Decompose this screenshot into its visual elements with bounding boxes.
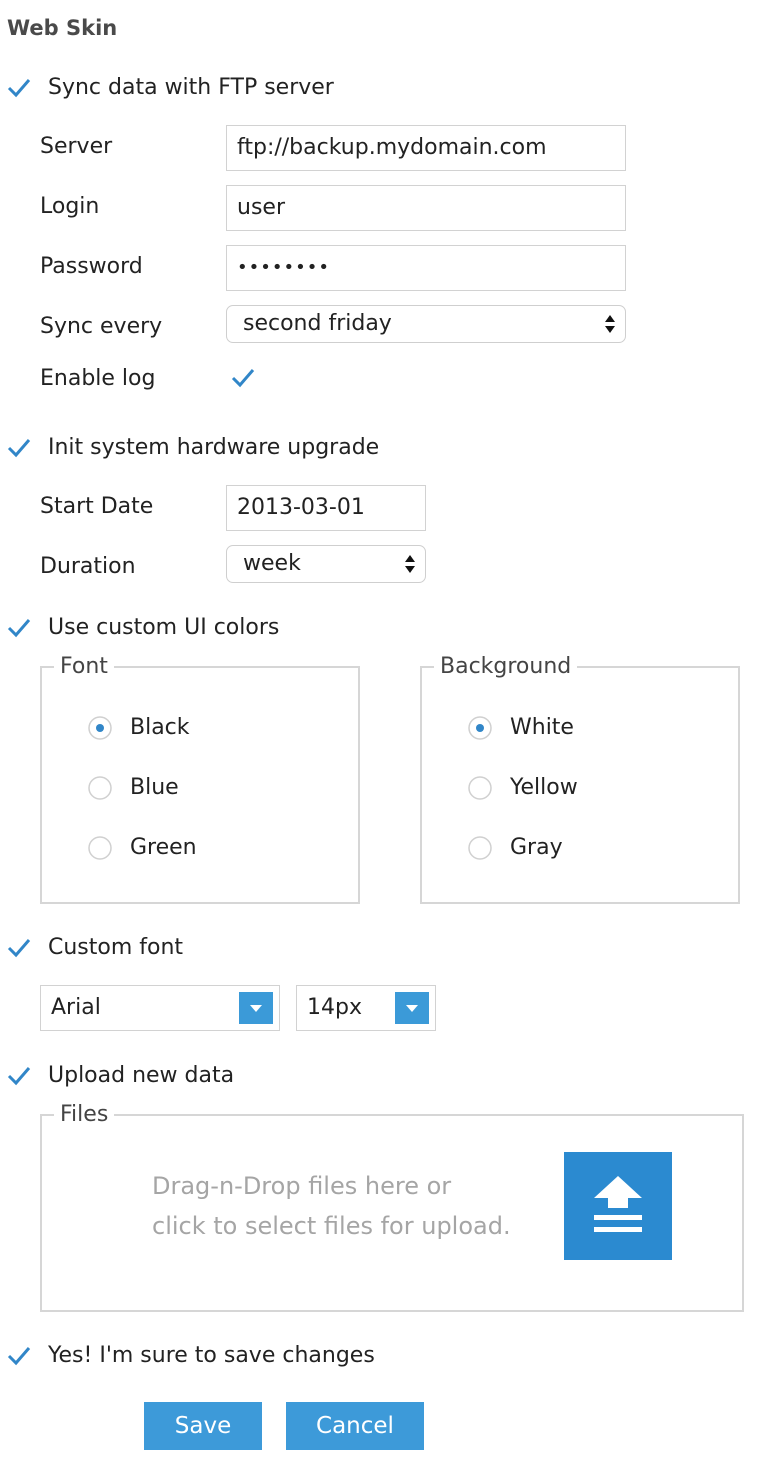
files-legend: Files (54, 1102, 115, 1128)
font-option-label: Blue (130, 775, 179, 800)
hardware-upgrade-checkbox[interactable] (6, 435, 32, 461)
server-input[interactable]: ftp://backup.mydomain.com (226, 125, 626, 171)
confirm-save-label: Yes! I'm sure to save changes (48, 1343, 375, 1368)
background-option-label: Gray (510, 835, 563, 860)
font-legend: Font (54, 654, 114, 680)
sync-every-value: second friday (243, 311, 392, 336)
select-arrows-icon (405, 554, 415, 574)
radio-checked-icon (468, 716, 492, 740)
duration-label: Duration (40, 554, 136, 579)
checkmark-icon (7, 1347, 31, 1366)
checkmark-icon (7, 439, 31, 458)
duration-select[interactable]: week (226, 545, 426, 583)
enable-log-label: Enable log (40, 366, 156, 391)
radio-unchecked-icon (468, 776, 492, 800)
sync-every-label: Sync every (40, 314, 163, 339)
caret-down-icon (406, 1005, 418, 1012)
page-title: Web Skin (7, 16, 118, 40)
font-option-label: Black (130, 715, 190, 740)
server-label: Server (40, 134, 113, 159)
dropzone-hint-line1: Drag-n-Drop files here or (152, 1172, 452, 1200)
duration-value: week (243, 551, 301, 576)
checkmark-icon (231, 369, 255, 388)
start-date-input[interactable]: 2013-03-01 (226, 485, 426, 531)
upload-button[interactable] (564, 1152, 672, 1260)
background-option-label: White (510, 715, 574, 740)
font-blue-radio[interactable] (88, 776, 112, 800)
save-button[interactable]: Save (144, 1402, 262, 1450)
cancel-button[interactable]: Cancel (286, 1402, 424, 1450)
sync-every-select[interactable]: second friday (226, 305, 626, 343)
font-size-dropdown-button[interactable] (395, 992, 429, 1024)
start-date-label: Start Date (40, 494, 154, 519)
radio-unchecked-icon (88, 776, 112, 800)
checkmark-icon (7, 1067, 31, 1086)
enable-log-checkbox[interactable] (230, 365, 256, 391)
background-white-radio[interactable] (468, 716, 492, 740)
confirm-save-checkbox[interactable] (6, 1343, 32, 1369)
custom-font-label: Custom font (48, 935, 184, 960)
sync-ftp-checkbox[interactable] (6, 75, 32, 101)
font-option-label: Green (130, 835, 197, 860)
checkmark-icon (7, 79, 31, 98)
login-input[interactable]: user (226, 185, 626, 231)
font-family-dropdown-button[interactable] (239, 992, 273, 1024)
hardware-upgrade-label: Init system hardware upgrade (48, 435, 380, 460)
background-option-label: Yellow (510, 775, 578, 800)
font-black-radio[interactable] (88, 716, 112, 740)
background-yellow-radio[interactable] (468, 776, 492, 800)
background-gray-radio[interactable] (468, 836, 492, 860)
upload-icon (594, 1176, 642, 1232)
font-green-radio[interactable] (88, 836, 112, 860)
background-legend: Background (434, 654, 578, 680)
select-arrows-icon (605, 314, 615, 334)
login-label: Login (40, 194, 100, 219)
sync-ftp-label: Sync data with FTP server (48, 75, 334, 100)
font-family-value: Arial (51, 995, 101, 1020)
password-input[interactable]: •••••••• (226, 245, 626, 291)
caret-down-icon (250, 1005, 262, 1012)
radio-unchecked-icon (468, 836, 492, 860)
checkmark-icon (7, 939, 31, 958)
custom-colors-label: Use custom UI colors (48, 615, 280, 640)
upload-data-label: Upload new data (48, 1063, 235, 1088)
font-size-value: 14px (307, 995, 362, 1020)
radio-checked-icon (88, 716, 112, 740)
upload-data-checkbox[interactable] (6, 1063, 32, 1089)
checkmark-icon (7, 619, 31, 638)
custom-colors-checkbox[interactable] (6, 615, 32, 641)
password-label: Password (40, 254, 143, 279)
custom-font-checkbox[interactable] (6, 935, 32, 961)
font-size-combo[interactable]: 14px (296, 985, 436, 1031)
dropzone-hint-line2: click to select files for upload. (152, 1212, 511, 1240)
radio-unchecked-icon (88, 836, 112, 860)
font-family-combo[interactable]: Arial (40, 985, 280, 1031)
